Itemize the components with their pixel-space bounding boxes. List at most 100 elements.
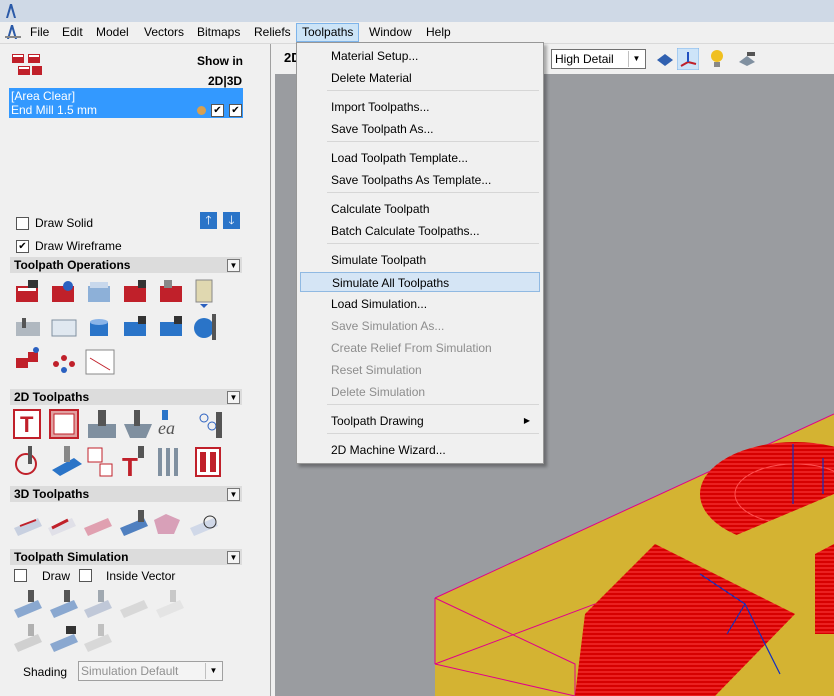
menu-item-import-toolpaths[interactable]: Import Toolpaths... [300,97,540,117]
shaded-view-icon[interactable] [655,50,675,68]
menu-item-load-simulation[interactable]: Load Simulation... [300,294,540,314]
simulate-toolpath-icon [14,590,42,618]
menu-help[interactable]: Help [421,24,456,41]
menu-item-batch-calculate[interactable]: Batch Calculate Toolpaths... [300,221,540,241]
collapse-icon[interactable]: ▼ [227,488,240,501]
preview-icon [85,349,115,375]
move-up-button[interactable]: 🡑 [200,212,217,229]
inside-vector-label: Inside Vector [106,569,176,583]
menu-item-2d-machine-wizard[interactable]: 2D Machine Wizard... [300,440,540,460]
detail-value: High Detail [555,52,614,66]
shading-select[interactable]: Simulation Default ▼ [78,661,223,681]
menu-item-load-toolpath-template[interactable]: Load Toolpath Template... [300,148,540,168]
relief-simulation-icon [14,624,42,652]
v-carve-icon [124,410,152,438]
rest-machining-icon [190,515,218,536]
render-options-icon[interactable] [737,50,757,68]
menu-item-save-toolpath-as[interactable]: Save Toolpath As... [300,119,540,139]
lightbulb-icon[interactable] [709,49,725,69]
section-title: Toolpath Operations [14,258,131,272]
show-in-label: Show in [197,54,243,68]
menu-bar: File Edit Model Vectors Bitmaps Reliefs … [0,22,834,44]
section-toolpath-operations[interactable]: Toolpath Operations ▼ [10,257,242,273]
section-2d-toolpaths[interactable]: 2D Toolpaths ▼ [10,389,242,405]
double-profile-icon [195,447,221,477]
profile-icon: T [13,409,41,439]
menu-file[interactable]: File [25,24,54,41]
draw-solid-label: Draw Solid [35,216,94,230]
save-template-icon [124,316,146,336]
toolpath-panel: Show in 2D|3D [Area Clear] End Mill 1.5 … [0,44,271,696]
menu-item-save-toolpaths-as-template[interactable]: Save Toolpaths As Template... [300,170,540,190]
menu-item-delete-material[interactable]: Delete Material [300,68,540,88]
menu-toolpaths[interactable]: Toolpaths [296,23,360,42]
section-title: 2D Toolpaths [14,390,90,404]
app-icon [6,4,16,18]
cylinder-icon [90,319,108,336]
svg-text:T: T [20,412,34,437]
menu-item-delete-simulation: Delete Simulation [331,385,426,399]
menu-separator [327,141,539,142]
axis-view-icon[interactable] [677,48,699,70]
show-3d-checkbox[interactable]: ✔ [229,104,242,117]
menu-bitmaps[interactable]: Bitmaps [192,24,245,41]
draw-checkbox[interactable] [14,569,27,582]
menu-item-calculate-toolpath[interactable]: Calculate Toolpath [300,199,540,219]
simulate-blocks-icon [84,590,112,618]
menu-item-simulate-all-toolpaths[interactable]: Simulate All Toolpaths [300,272,540,292]
collapse-icon[interactable]: ▼ [227,391,240,404]
section-toolpath-simulation[interactable]: Toolpath Simulation ▼ [10,549,242,565]
calculate-icon [16,280,38,302]
move-down-button[interactable]: 🡓 [223,212,240,229]
collapse-icon[interactable]: ▼ [227,551,240,564]
toolpath-name: [Area Clear] [11,89,76,103]
batch-icon [52,281,74,302]
menu-item-toolpath-drawing[interactable]: Toolpath Drawing ▶ [300,411,540,431]
toolpath-list-item[interactable]: [Area Clear] End Mill 1.5 mm ✔ ✔ [9,88,243,118]
section-3d-toolpaths[interactable]: 3D Toolpaths ▼ [10,486,242,502]
toolpath-list-icon [12,54,42,75]
menu-item-material-setup[interactable]: Material Setup... [300,46,540,66]
detail-select[interactable]: High Detail ▼ [551,49,646,69]
shading-value: Simulation Default [81,664,179,678]
inlay-icon [52,446,82,476]
reset-simulation-icon [120,600,148,618]
merge-icon [160,280,182,302]
delete-simulation-icon [84,624,112,652]
load-template-icon [160,316,182,336]
z-level-icon [48,518,76,536]
simulate-all-icon [50,590,78,618]
menu-model[interactable]: Model [91,24,134,41]
shading-label: Shading [23,665,68,679]
material-icon [88,282,110,302]
menu-separator [327,90,539,91]
status-dot-icon [197,106,206,115]
menu-vectors[interactable]: Vectors [139,24,189,41]
show-in-modes[interactable]: 2D|3D [208,74,242,88]
collapse-icon[interactable]: ▼ [227,259,240,272]
draw-wireframe-label: Draw Wireframe [35,239,122,253]
menu-reliefs[interactable]: Reliefs [249,24,296,41]
menu-edit[interactable]: Edit [57,24,88,41]
show-2d-checkbox[interactable]: ✔ [211,104,224,117]
inside-vector-checkbox[interactable] [79,569,92,582]
svg-text:ea: ea [158,418,175,438]
circle-icon [15,446,37,475]
drill-icon [88,410,116,438]
toolpaths-2d-icons: T ea T [13,409,222,482]
toolpath-tool: End Mill 1.5 mm [11,103,98,117]
save-simulation-icon [156,590,184,618]
menu-item-simulate-toolpath[interactable]: Simulate Toolpath [300,250,540,270]
quick-engrave-icon [87,447,113,477]
menu-item-save-simulation-as: Save Simulation As... [331,319,445,333]
menu-window[interactable]: Window [364,24,417,41]
app-menu-icon[interactable] [5,24,21,40]
feature-carving-icon [154,514,180,534]
draw-solid-checkbox[interactable] [16,217,29,230]
toolpaths-dropdown: Material Setup... Delete Material Import… [296,42,544,464]
finishing-icon [14,518,42,536]
fluting-icon [158,448,178,476]
distribute-icon [53,355,75,373]
engrave-icon: ea [158,410,175,438]
draw-wireframe-checkbox[interactable]: ✔ [16,240,29,253]
